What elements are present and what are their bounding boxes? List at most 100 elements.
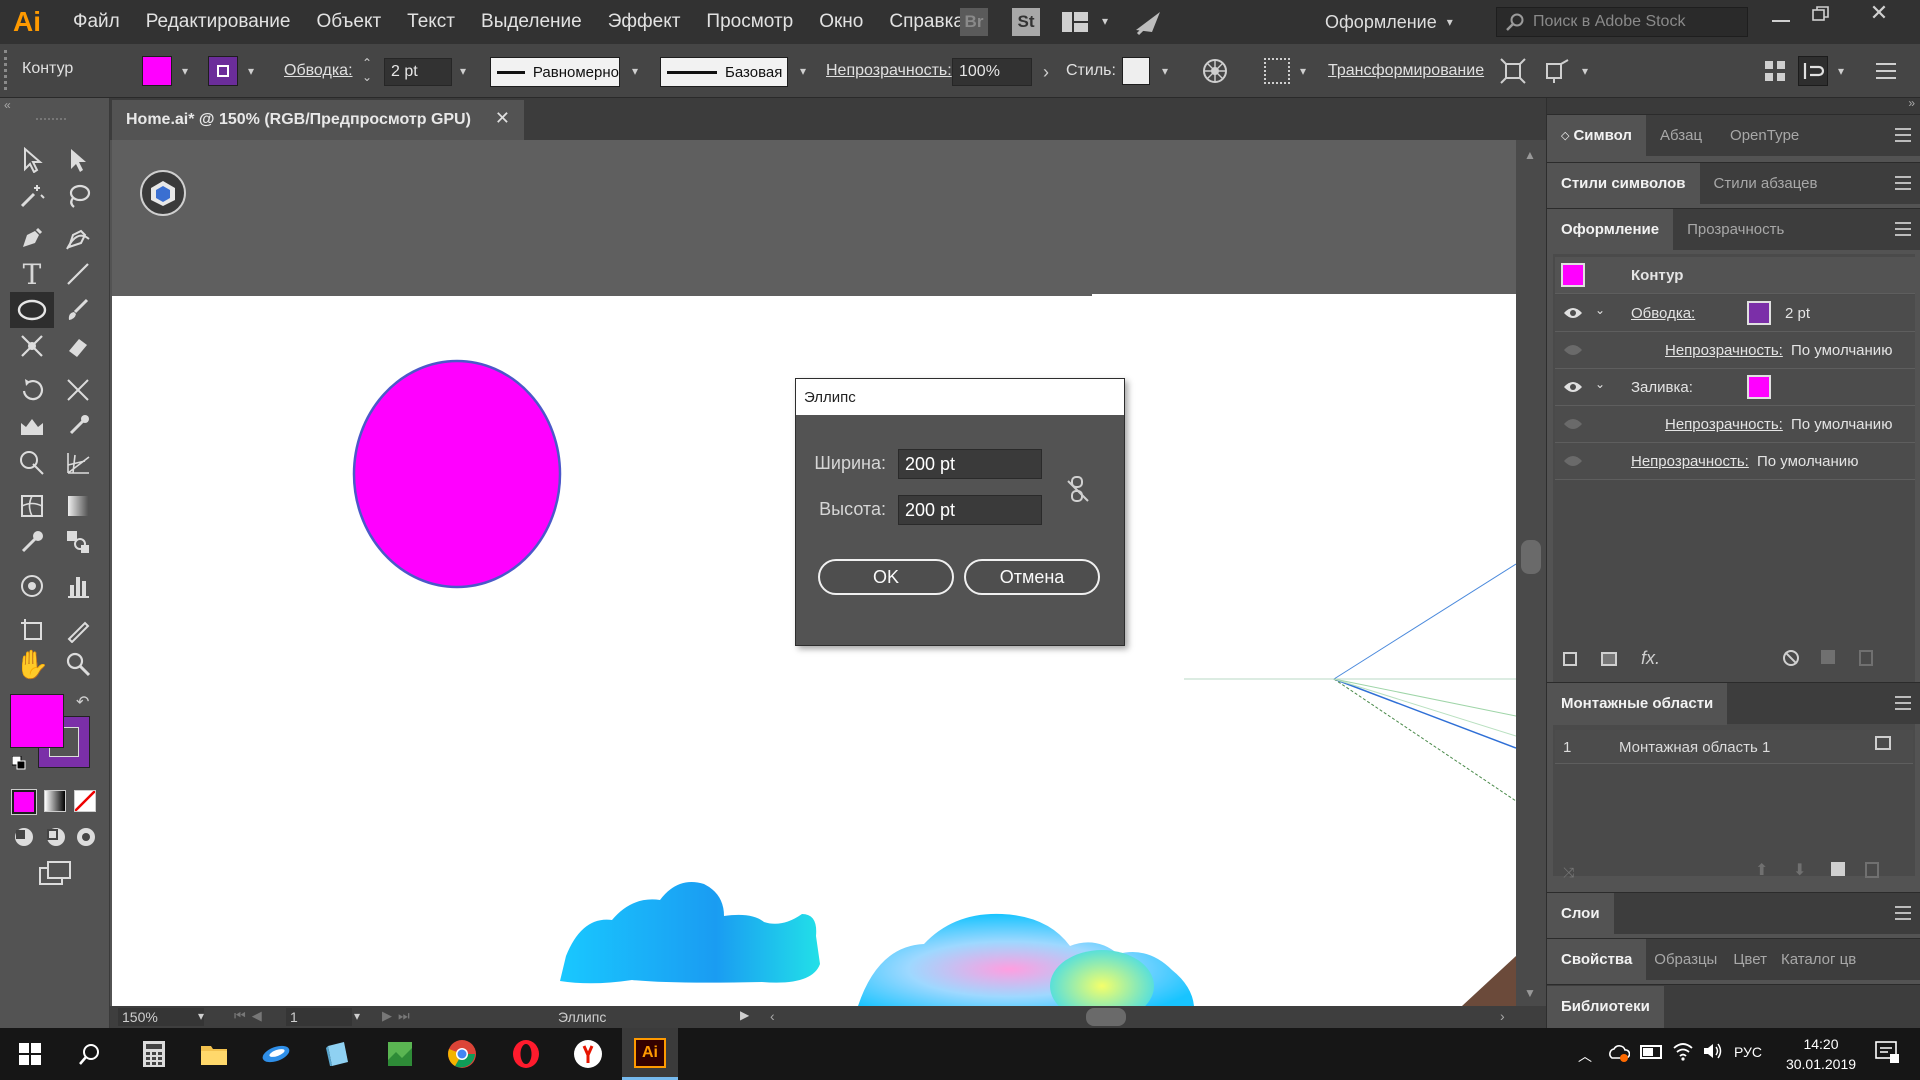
menu-window[interactable]: Окно: [819, 11, 863, 33]
fill-opacity-label[interactable]: Непрозрачность:: [1665, 416, 1783, 433]
bridge-icon[interactable]: Br: [960, 8, 988, 36]
color-mode-icon[interactable]: [12, 790, 36, 814]
battery-icon[interactable]: [1640, 1045, 1662, 1059]
magenta-ellipse[interactable]: [352, 359, 562, 589]
pen-tool-icon[interactable]: [14, 220, 50, 256]
tab-character[interactable]: ◇ Символ: [1547, 114, 1646, 157]
first-prev-artboard-icons[interactable]: ⏮◀: [234, 1008, 268, 1024]
chevron-down-icon[interactable]: ▾: [244, 64, 258, 78]
add-fill-icon[interactable]: [1601, 652, 1617, 666]
wifi-icon[interactable]: [1672, 1040, 1694, 1062]
move-up-icon[interactable]: ⬆: [1755, 860, 1768, 880]
appearance-stroke-row[interactable]: ⌄ Обводка: 2 pt: [1555, 295, 1915, 332]
slice-tool-icon[interactable]: [60, 612, 96, 648]
scale-tool-icon[interactable]: [60, 372, 96, 408]
trash-icon[interactable]: [1859, 650, 1873, 666]
curvature-tool-icon[interactable]: [60, 220, 96, 256]
fill-row-label[interactable]: Заливка:: [1631, 379, 1693, 396]
stroke-color-swatch[interactable]: [1747, 301, 1771, 325]
vertical-scrollbar[interactable]: ▲ ▼: [1516, 140, 1546, 1006]
align-to-selection-icon[interactable]: [1264, 58, 1290, 84]
chevron-down-icon[interactable]: ▾: [1834, 64, 1848, 78]
default-colors-icon[interactable]: [11, 755, 26, 770]
artboard-row[interactable]: 1 Монтажная область 1: [1555, 730, 1913, 764]
chevron-down-icon[interactable]: ⌄: [1595, 303, 1605, 317]
menu-edit[interactable]: Редактирование: [146, 11, 291, 33]
taskbar-active-app[interactable]: Ai: [622, 1028, 678, 1080]
status-menu-icon[interactable]: ▶: [740, 1008, 749, 1022]
scroll-thumb[interactable]: [1521, 540, 1541, 574]
workspace-switcher[interactable]: Оформление ▾: [1325, 8, 1469, 36]
chevron-down-icon[interactable]: ▾: [1296, 64, 1310, 78]
eraser-tool-icon[interactable]: [60, 328, 96, 364]
chevron-down-icon[interactable]: ▾: [1158, 64, 1172, 78]
appearance-stroke-opacity-row[interactable]: Непрозрачность: По умолчанию: [1555, 332, 1915, 369]
windows-start-icon[interactable]: [12, 1036, 48, 1072]
constrain-proportions-icon[interactable]: [1066, 475, 1090, 505]
chrome-icon[interactable]: [444, 1036, 480, 1072]
cloud-left[interactable]: [560, 882, 820, 984]
hand-tool-icon[interactable]: ✋: [14, 646, 50, 682]
stroke-row-label[interactable]: Обводка:: [1631, 305, 1695, 322]
blend-tool-icon[interactable]: [60, 524, 96, 560]
tab-properties[interactable]: Свойства: [1547, 938, 1647, 981]
zoom-tool-icon[interactable]: [60, 646, 96, 682]
menu-type[interactable]: Текст: [407, 11, 455, 33]
move-down-icon[interactable]: ⬇: [1793, 860, 1806, 880]
opacity-row-label[interactable]: Непрозрачность:: [1631, 453, 1749, 470]
yandex-browser-icon[interactable]: [570, 1036, 606, 1072]
chevron-down-icon[interactable]: ▾: [796, 64, 810, 78]
draw-behind-icon[interactable]: [44, 826, 68, 848]
perspective-grid-tool-icon[interactable]: [60, 444, 96, 480]
add-stroke-icon[interactable]: [1563, 652, 1577, 666]
file-explorer-icon[interactable]: [196, 1036, 232, 1072]
horizontal-scroll-thumb[interactable]: [1086, 1008, 1126, 1026]
direct-selection-tool-icon[interactable]: [60, 142, 96, 178]
graphic-style-swatch[interactable]: [1122, 57, 1150, 85]
ellipse-tool-icon[interactable]: [10, 292, 54, 328]
panel-menu-icon[interactable]: [1895, 176, 1911, 190]
scroll-left-icon[interactable]: ‹: [770, 1008, 775, 1024]
clock[interactable]: 14:20 30.01.2019: [1776, 1034, 1866, 1074]
eye-icon[interactable]: [1563, 417, 1583, 431]
edge-browser-icon[interactable]: [258, 1036, 294, 1072]
volume-icon[interactable]: [1702, 1040, 1724, 1062]
stock-search-input[interactable]: Поиск в Adobe Stock: [1496, 7, 1748, 37]
collapse-icon[interactable]: «: [4, 98, 30, 112]
stroke-weight-field[interactable]: 2 pt: [384, 58, 452, 86]
eye-icon[interactable]: [1563, 306, 1583, 320]
chevron-right-icon[interactable]: ›: [1036, 58, 1056, 86]
screen-mode-icon[interactable]: [38, 860, 74, 886]
tab-paragraph-styles[interactable]: Стили абзацев: [1700, 163, 1832, 205]
artboard-number-field[interactable]: 1: [286, 1008, 352, 1026]
clear-appearance-icon[interactable]: [1783, 650, 1799, 666]
isolate-object-icon[interactable]: [1500, 58, 1526, 84]
artboard-options-icon[interactable]: [1875, 736, 1891, 750]
rotate-tool-icon[interactable]: [14, 372, 50, 408]
tab-appearance[interactable]: Оформление: [1547, 208, 1674, 251]
tab-character-styles[interactable]: Стили символов: [1547, 162, 1700, 205]
tab-opentype[interactable]: OpenType: [1716, 115, 1813, 157]
pasteboard[interactable]: [112, 140, 1516, 296]
opera-icon[interactable]: [508, 1036, 544, 1072]
next-last-artboard-icons[interactable]: ▶⏭: [382, 1008, 416, 1024]
type-tool-icon[interactable]: T: [14, 256, 50, 292]
eyedropper-tool-icon[interactable]: [14, 524, 50, 560]
ok-button[interactable]: OK: [818, 559, 954, 595]
cloud-sync-icon[interactable]: [1608, 1042, 1631, 1064]
panel-menu-icon[interactable]: [1895, 696, 1911, 710]
duplicate-item-icon[interactable]: [1821, 650, 1835, 664]
opacity-field[interactable]: 100%: [952, 58, 1032, 86]
magic-wand-tool-icon[interactable]: [14, 178, 50, 214]
arrange-documents-icon[interactable]: [1062, 12, 1088, 32]
mesh-tool-icon[interactable]: [14, 488, 50, 524]
document-tab[interactable]: Home.ai* @ 150% (RGB/Предпросмотр GPU) ✕: [112, 100, 524, 140]
opacity-label[interactable]: Непрозрачность:: [826, 62, 952, 80]
tab-artboards[interactable]: Монтажные области: [1547, 682, 1728, 725]
trash-icon[interactable]: [1865, 862, 1879, 878]
map-app-icon[interactable]: [382, 1036, 418, 1072]
menu-select[interactable]: Выделение: [481, 11, 582, 33]
chevron-down-icon[interactable]: ⌄: [1595, 377, 1605, 391]
minimize-icon[interactable]: [1772, 20, 1790, 22]
language-indicator[interactable]: РУС: [1734, 1044, 1762, 1060]
